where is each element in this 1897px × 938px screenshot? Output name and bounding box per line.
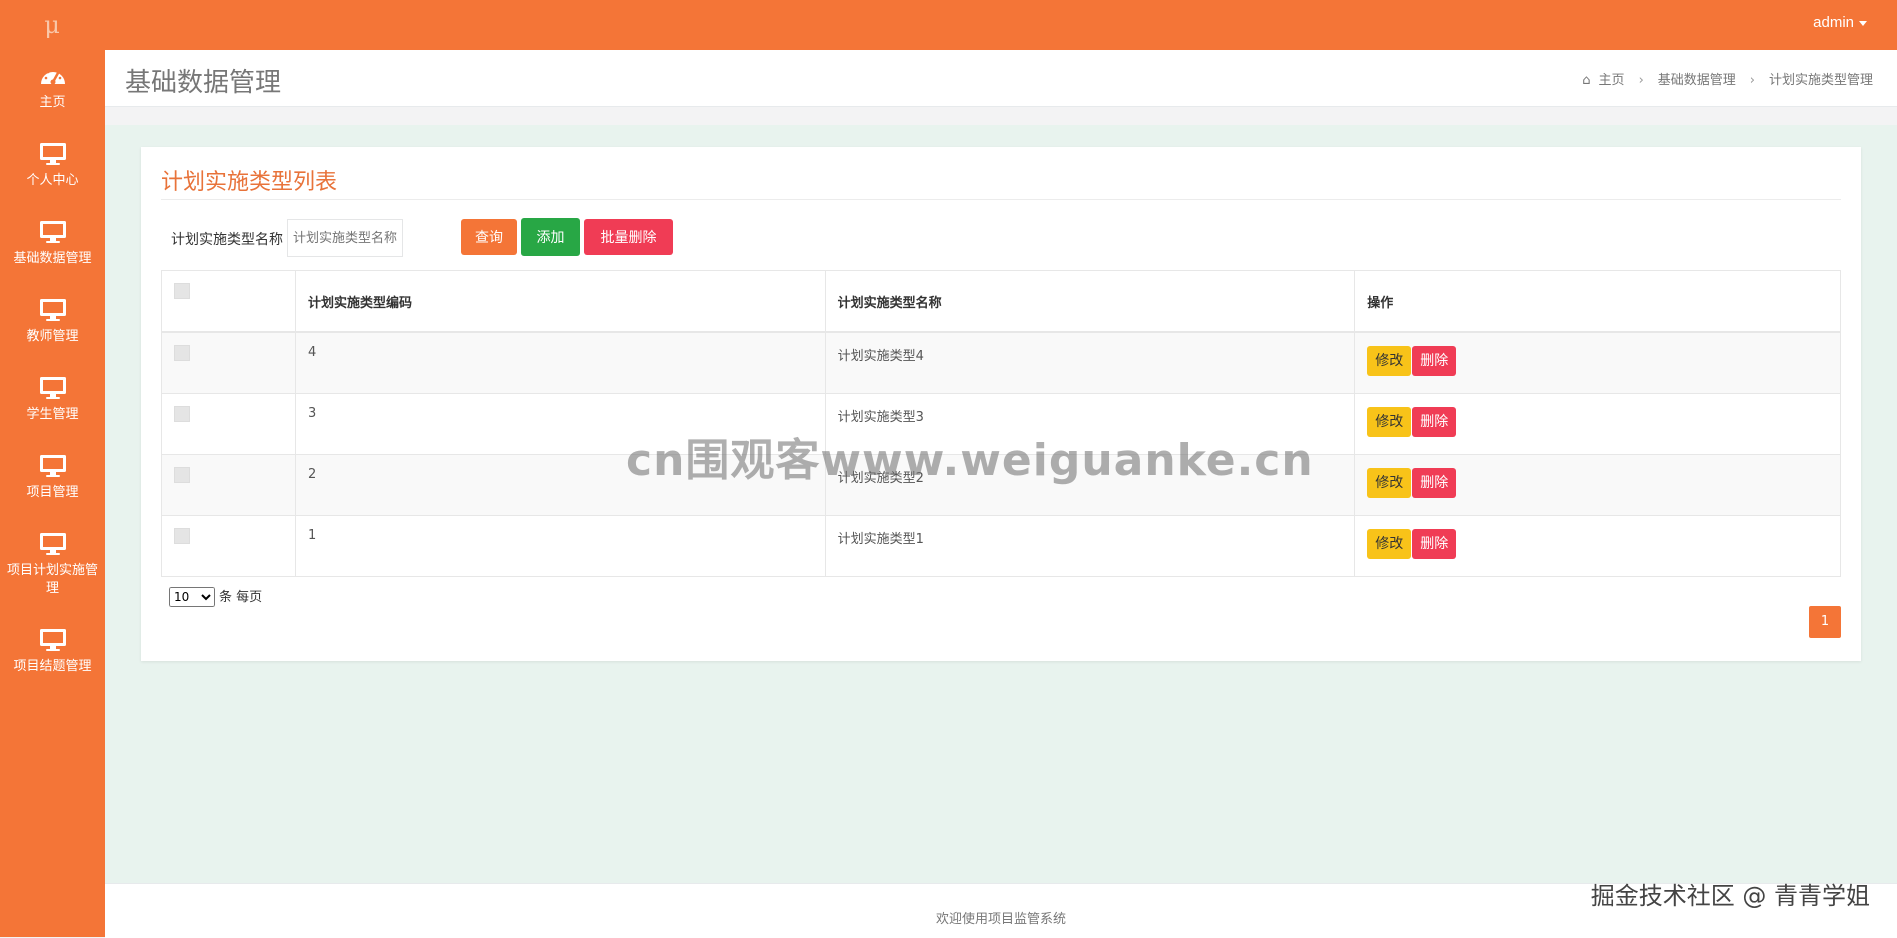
delete-button[interactable]: 删除 <box>1412 346 1457 376</box>
row-checkbox-cell <box>161 331 296 394</box>
monitor-icon <box>39 221 66 243</box>
sidebar-item-basic-data[interactable]: 基础数据管理 <box>0 218 105 268</box>
row-checkbox[interactable] <box>174 405 190 422</box>
sidebar-item-label: 个人中心 <box>26 173 79 188</box>
chevron-right-icon: › <box>1638 73 1644 88</box>
monitor-icon <box>39 629 66 651</box>
sidebar-item-label: 教师管理 <box>26 329 79 344</box>
watermark: cn围观客www.weiguanke.cn <box>626 435 1314 486</box>
logo: μ <box>44 11 60 39</box>
row-checkbox[interactable] <box>174 466 190 483</box>
sidebar-item-label: 项目管理 <box>26 485 79 500</box>
sidebar-item-label: 基础数据管理 <box>13 251 92 266</box>
sidebar-item-teachers[interactable]: 教师管理 <box>0 296 105 346</box>
monitor-icon <box>39 143 66 165</box>
monitor-icon <box>39 377 66 399</box>
delete-button[interactable]: 删除 <box>1412 406 1457 437</box>
breadcrumb-basic-data[interactable]: 基础数据管理 <box>1658 73 1736 88</box>
sidebar: 主页 个人中心 基础数据管理 教师管理 学生管理 项目管理 项目计划实施管理 项… <box>0 50 105 937</box>
select-all-checkbox[interactable] <box>174 283 190 299</box>
delete-button[interactable]: 删除 <box>1412 528 1457 559</box>
cell-code: 4 <box>294 331 826 394</box>
table-header-row: 计划实施类型编码 计划实施类型名称 操作 <box>161 270 1841 333</box>
caret-down-icon <box>1859 20 1867 26</box>
dashboard-icon <box>40 68 65 85</box>
cell-name: 计划实施类型1 <box>824 514 1356 577</box>
page-title: 基础数据管理 <box>125 67 282 97</box>
sidebar-item-label: 主页 <box>39 95 66 110</box>
main-area: 基础数据管理 ⌂ 主页 › 基础数据管理 › 计划实施类型管理 计划实施类型列表 计划实施… <box>105 50 1897 938</box>
chevron-right-icon: › <box>1749 73 1755 88</box>
sidebar-item-profile[interactable]: 个人中心 <box>0 140 105 190</box>
edit-button[interactable]: 修改 <box>1367 346 1412 376</box>
row-checkbox-cell <box>161 392 296 455</box>
cell-actions: 修改 删除 <box>1354 514 1841 577</box>
monitor-icon <box>39 455 66 477</box>
table-row: 4 计划实施类型4 修改 删除 <box>161 331 1841 394</box>
list-card: 计划实施类型列表 计划实施类型名称 查询 添加 批量删除 计划实施类型编码 计划… <box>141 147 1861 661</box>
monitor-icon <box>39 533 66 555</box>
page-size-select[interactable]: 10 <box>169 587 215 607</box>
sidebar-item-students[interactable]: 学生管理 <box>0 374 105 424</box>
sidebar-item-label: 项目计划实施管理 <box>6 563 98 596</box>
select-all-cell <box>161 270 296 333</box>
pagination-page-current[interactable]: 1 <box>1809 606 1841 638</box>
search-label: 计划实施类型名称 <box>171 232 283 248</box>
sidebar-item-label: 项目结题管理 <box>13 659 92 674</box>
breadcrumb-current: 计划实施类型管理 <box>1768 73 1873 88</box>
page-size-control: 10 条 每页 <box>169 586 262 607</box>
user-name: admin <box>1813 14 1854 31</box>
sidebar-item-project-closing[interactable]: 项目结题管理 <box>0 626 105 676</box>
home-icon: ⌂ <box>1582 73 1591 88</box>
user-menu[interactable]: admin <box>1813 14 1867 31</box>
row-checkbox-cell <box>161 514 296 577</box>
sidebar-item-project-plans[interactable]: 项目计划实施管理 <box>0 530 105 598</box>
credit-watermark: 掘金技术社区 @ 青青学姐 <box>1590 882 1870 910</box>
edit-button[interactable]: 修改 <box>1367 406 1412 437</box>
column-header-actions: 操作 <box>1354 270 1841 333</box>
cell-code: 1 <box>294 514 826 577</box>
delete-button[interactable]: 删除 <box>1412 467 1457 498</box>
query-button[interactable]: 查询 <box>461 219 517 255</box>
cell-actions: 修改 删除 <box>1354 453 1841 516</box>
edit-button[interactable]: 修改 <box>1367 467 1412 498</box>
row-checkbox[interactable] <box>174 527 190 544</box>
column-header-name[interactable]: 计划实施类型名称 <box>824 270 1356 333</box>
row-checkbox[interactable] <box>174 345 190 361</box>
top-navbar: μ admin <box>0 0 1897 50</box>
cell-actions: 修改 删除 <box>1354 392 1841 455</box>
table-row: 1 计划实施类型1 修改 删除 <box>161 514 1841 577</box>
page-size-suffix: 条 每页 <box>219 590 263 605</box>
search-input[interactable] <box>287 219 403 257</box>
batch-delete-button[interactable]: 批量删除 <box>584 219 673 255</box>
cell-name: 计划实施类型4 <box>824 331 1356 394</box>
card-title: 计划实施类型列表 <box>161 170 338 195</box>
row-checkbox-cell <box>161 453 296 516</box>
monitor-icon <box>39 299 66 321</box>
divider <box>161 199 1841 200</box>
add-button[interactable]: 添加 <box>521 218 580 256</box>
edit-button[interactable]: 修改 <box>1367 528 1412 559</box>
breadcrumb: ⌂ 主页 › 基础数据管理 › 计划实施类型管理 <box>1578 69 1877 88</box>
sidebar-item-projects[interactable]: 项目管理 <box>0 452 105 502</box>
cell-actions: 修改 删除 <box>1354 331 1841 394</box>
breadcrumb-home[interactable]: 主页 <box>1599 73 1625 88</box>
page-header: 基础数据管理 ⌂ 主页 › 基础数据管理 › 计划实施类型管理 <box>105 50 1897 107</box>
column-header-code[interactable]: 计划实施类型编码 <box>294 270 826 333</box>
sidebar-item-label: 学生管理 <box>26 407 79 422</box>
sidebar-item-home[interactable]: 主页 <box>0 62 105 112</box>
